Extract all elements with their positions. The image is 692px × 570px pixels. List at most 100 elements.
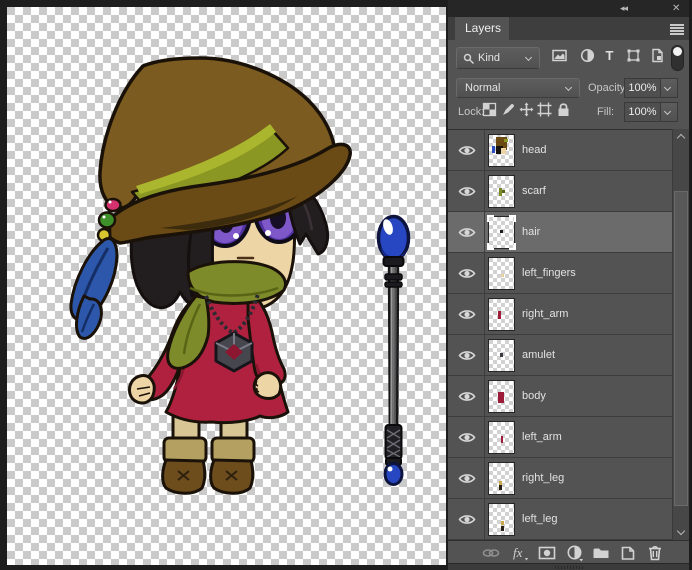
layer-visibility-cell [448,130,485,171]
eye-icon[interactable] [458,391,476,402]
layer-visibility-cell [448,376,485,417]
photoshop-window: ◂◂ ✕ Layers Kind T Normal Opacity: 100% … [0,0,692,570]
thumbnail-sprite [500,148,506,155]
adjustment-layer-icon[interactable] [566,544,584,562]
eye-icon[interactable] [458,227,476,238]
smart-object-filter-icon[interactable] [650,48,665,63]
eye-icon[interactable] [458,350,476,361]
new-group-icon[interactable] [592,544,610,562]
scroll-down-icon[interactable] [676,526,686,536]
eye-icon[interactable] [458,473,476,484]
delete-layer-icon[interactable] [646,544,664,562]
layer-row[interactable]: left_arm [448,417,672,458]
layer-thumbnail[interactable] [488,298,515,331]
panel-title-bar: ◂◂ ✕ [448,0,689,17]
layer-row[interactable]: scarf [448,171,672,212]
layers-panel-footer: fx [448,540,689,563]
kind-filter-label: Kind [478,52,501,64]
tab-layers[interactable]: Layers [455,17,509,40]
shape-layer-filter-icon[interactable] [626,48,641,63]
thumbnail-sprite [500,521,504,526]
layer-row[interactable]: hair [448,212,672,253]
layer-thumbnail[interactable] [488,462,515,495]
layer-visibility-cell [448,417,485,458]
document-canvas[interactable] [0,0,448,570]
layer-row[interactable]: amulet [448,335,672,376]
search-icon [463,53,475,65]
layer-row[interactable]: right_arm [448,294,672,335]
layer-visibility-cell [448,212,485,253]
layer-name: right_leg [522,472,565,484]
layer-visibility-cell [448,499,485,540]
layers-panel: ◂◂ ✕ Layers Kind T Normal Opacity: 100% … [448,0,689,570]
layer-row[interactable]: right_leg [448,458,672,499]
opacity-dropdown-button[interactable] [661,78,678,98]
new-layer-icon[interactable] [619,544,637,562]
scroll-up-icon[interactable] [676,133,686,143]
layer-visibility-cell [448,458,485,499]
layer-thumbnail[interactable] [488,339,515,372]
lock-artboard-icon[interactable] [537,102,552,117]
scrollbar-thumb[interactable] [674,191,688,506]
lock-transparency-icon[interactable] [482,102,497,117]
layer-effects-icon[interactable]: fx [511,544,529,562]
layer-row[interactable]: head [448,130,672,171]
fill-dropdown-button[interactable] [661,102,678,122]
layers-panel-controls: Kind T Normal Opacity: 100% Lock: Fill: … [448,40,689,129]
layer-thumbnail[interactable] [488,421,515,454]
eye-icon[interactable] [458,145,476,156]
fill-value[interactable]: 100% [624,102,661,122]
thumbnail-sprite [501,190,505,194]
layer-filtering-toggle[interactable] [671,45,684,71]
layer-row[interactable]: left_leg [448,499,672,540]
layer-thumbnail[interactable] [488,175,515,208]
layer-thumbnail[interactable] [488,134,515,167]
chevron-down-icon [564,83,573,92]
lock-image-pixels-icon[interactable] [501,102,516,117]
fill-label: Fill: [597,106,615,118]
eye-icon[interactable] [458,514,476,525]
layer-name: scarf [522,185,546,197]
collapse-panel-icon[interactable]: ◂◂ [620,2,628,15]
layer-row[interactable]: left_fingers [448,253,672,294]
thumbnail-sprite [491,146,495,153]
opacity-value[interactable]: 100% [624,78,661,98]
thumbnail-sprite [500,273,504,277]
resize-grip-icon [555,566,583,569]
panel-resize-strip[interactable] [448,563,689,570]
layer-name: body [522,390,546,402]
eye-icon[interactable] [458,268,476,279]
layer-visibility-cell [448,335,485,376]
opacity-label: Opacity: [588,82,629,94]
chevron-down-icon [524,53,533,62]
lock-all-icon[interactable] [556,102,571,117]
lock-position-icon[interactable] [519,102,534,117]
eye-icon[interactable] [458,309,476,320]
kind-filter-dropdown[interactable]: Kind [456,47,540,69]
thumbnail-sprite [499,485,502,490]
link-layers-icon[interactable] [482,544,500,562]
thumbnail-sprite [503,138,508,143]
adjustment-layer-filter-icon[interactable] [580,48,595,63]
layer-list: head scarf hair left_fingers right_arm a… [448,129,672,540]
layer-thumbnail[interactable] [488,257,515,290]
pixel-layer-filter-icon[interactable] [552,48,567,63]
thumbnail-sprite [499,230,504,234]
eye-icon[interactable] [458,186,476,197]
layer-thumbnail[interactable] [488,503,515,536]
eye-icon[interactable] [458,432,476,443]
layer-name: left_arm [522,431,562,443]
layer-thumbnail[interactable] [488,380,515,413]
panel-menu-icon[interactable] [670,24,684,35]
svg-text:fx: fx [513,545,523,560]
blend-mode-dropdown[interactable]: Normal [456,78,580,98]
type-layer-filter-icon[interactable]: T [602,48,617,63]
layer-list-scrollbar[interactable] [672,129,689,540]
layer-mask-icon[interactable] [538,544,556,562]
close-panel-icon[interactable]: ✕ [672,2,680,15]
layer-thumbnail[interactable] [487,215,516,250]
layer-visibility-cell [448,171,485,212]
layer-name: right_arm [522,308,569,320]
layer-row[interactable]: body [448,376,672,417]
thumbnail-sprite [500,435,503,444]
